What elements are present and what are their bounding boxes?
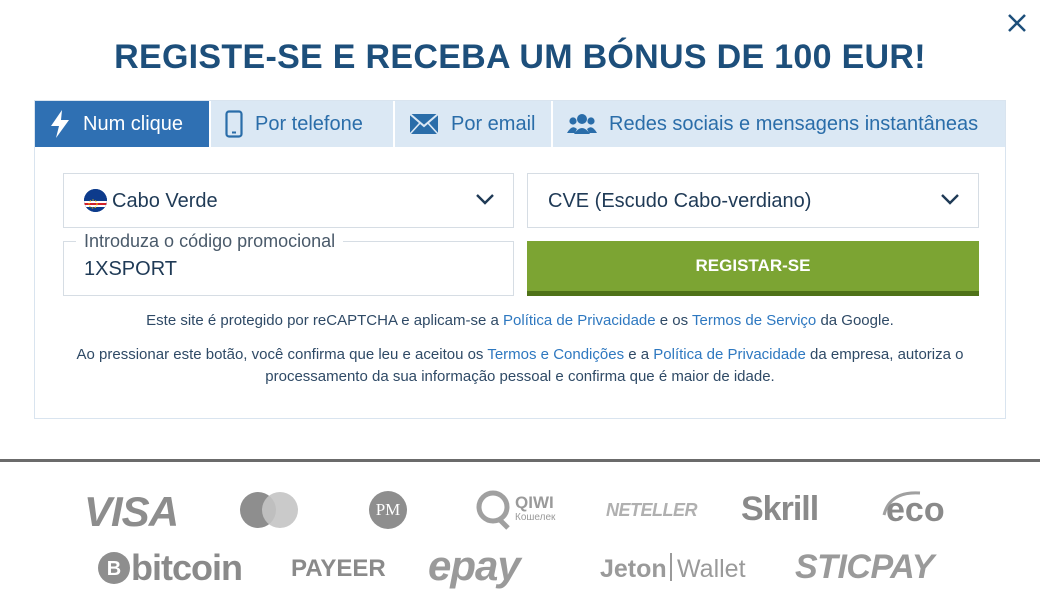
close-icon[interactable] (1004, 10, 1030, 36)
qiwi-logo: QIWI (515, 493, 554, 512)
registration-tabs: Num clique Por telefone Por email Redes … (35, 101, 1005, 147)
envelope-icon (409, 113, 439, 135)
tab-phone[interactable]: Por telefone (211, 101, 395, 147)
mastercard-logo (240, 492, 298, 528)
country-value: Cabo Verde (112, 190, 218, 212)
epay-logo: epay (428, 542, 521, 589)
qiwi-icon (476, 490, 510, 530)
ecopayz-logo: eco (880, 489, 954, 529)
bitcoin-icon: B (98, 552, 130, 584)
sticpay-logo: STICPAY (795, 548, 934, 586)
notice-text: e a (628, 346, 650, 363)
cape-verde-flag-icon (84, 189, 107, 212)
tab-label: Por telefone (255, 112, 363, 135)
tab-email[interactable]: Por email (395, 101, 553, 147)
chevron-down-icon (941, 194, 959, 205)
payeer-logo: PAYEER (291, 555, 386, 582)
promo-code-field[interactable]: Introduza o código promocional 1XSPORT (63, 231, 514, 296)
tab-label: Num clique (83, 112, 184, 135)
tab-label: Redes sociais e mensagens instantâneas (609, 112, 979, 135)
lightning-icon (49, 109, 71, 139)
register-button[interactable]: REGISTAR-SE (527, 241, 979, 296)
skrill-logo: Skrill (741, 490, 819, 528)
terms-of-service-link[interactable]: Termos de Serviço (692, 312, 816, 329)
notice-text: Ao pressionar este botão, você confirma … (76, 346, 484, 363)
promo-code-input[interactable]: 1XSPORT (84, 258, 177, 281)
privacy-policy-link[interactable]: Política de Privacidade (503, 312, 656, 329)
notice-text: da Google. (820, 312, 894, 329)
chevron-down-icon (476, 194, 494, 205)
tab-social[interactable]: Redes sociais e mensagens instantâneas (553, 101, 1005, 147)
jeton-logo: Jeton (600, 555, 667, 583)
currency-select[interactable]: CVE (Escudo Cabo-verdiano) (527, 173, 979, 228)
company-privacy-link[interactable]: Política de Privacidade (653, 346, 806, 363)
jeton-wallet-logo: Wallet (677, 555, 746, 583)
tab-one-click[interactable]: Num clique (35, 101, 211, 147)
registration-modal: REGISTE-SE E RECEBA UM BÓNUS DE 100 EUR!… (0, 0, 1040, 460)
svg-text:B: B (107, 558, 121, 580)
phone-icon (225, 110, 243, 138)
visa-logo: VISA (84, 488, 179, 535)
bitcoin-logo: bitcoin (131, 547, 243, 588)
promo-code-label: Introduza o código promocional (76, 231, 344, 252)
payment-methods: VISA PM QIWI Кошелек NETELLER Skrill eco… (0, 462, 1040, 614)
perfect-money-logo: PM (369, 491, 407, 529)
registration-form: Num clique Por telefone Por email Redes … (34, 100, 1006, 419)
qiwi-subtitle: Кошелек (515, 512, 556, 523)
currency-value: CVE (Escudo Cabo-verdiano) (548, 190, 812, 212)
country-select[interactable]: Cabo Verde (63, 173, 514, 228)
neteller-logo: NETELLER (606, 500, 698, 520)
tab-label: Por email (451, 112, 536, 135)
recaptcha-notice: Este site é protegido por reCAPTCHA e ap… (35, 310, 1005, 332)
notice-text: e os (659, 312, 689, 329)
notice-text: Este site é protegido por reCAPTCHA e ap… (146, 312, 499, 329)
terms-conditions-link[interactable]: Termos e Condições (487, 346, 624, 363)
consent-notice: Ao pressionar este botão, você confirma … (35, 344, 1005, 388)
users-icon (567, 112, 597, 136)
jeton-divider (670, 553, 672, 581)
page-title: REGISTE-SE E RECEBA UM BÓNUS DE 100 EUR! (114, 38, 926, 76)
eco-text: eco (886, 491, 945, 529)
